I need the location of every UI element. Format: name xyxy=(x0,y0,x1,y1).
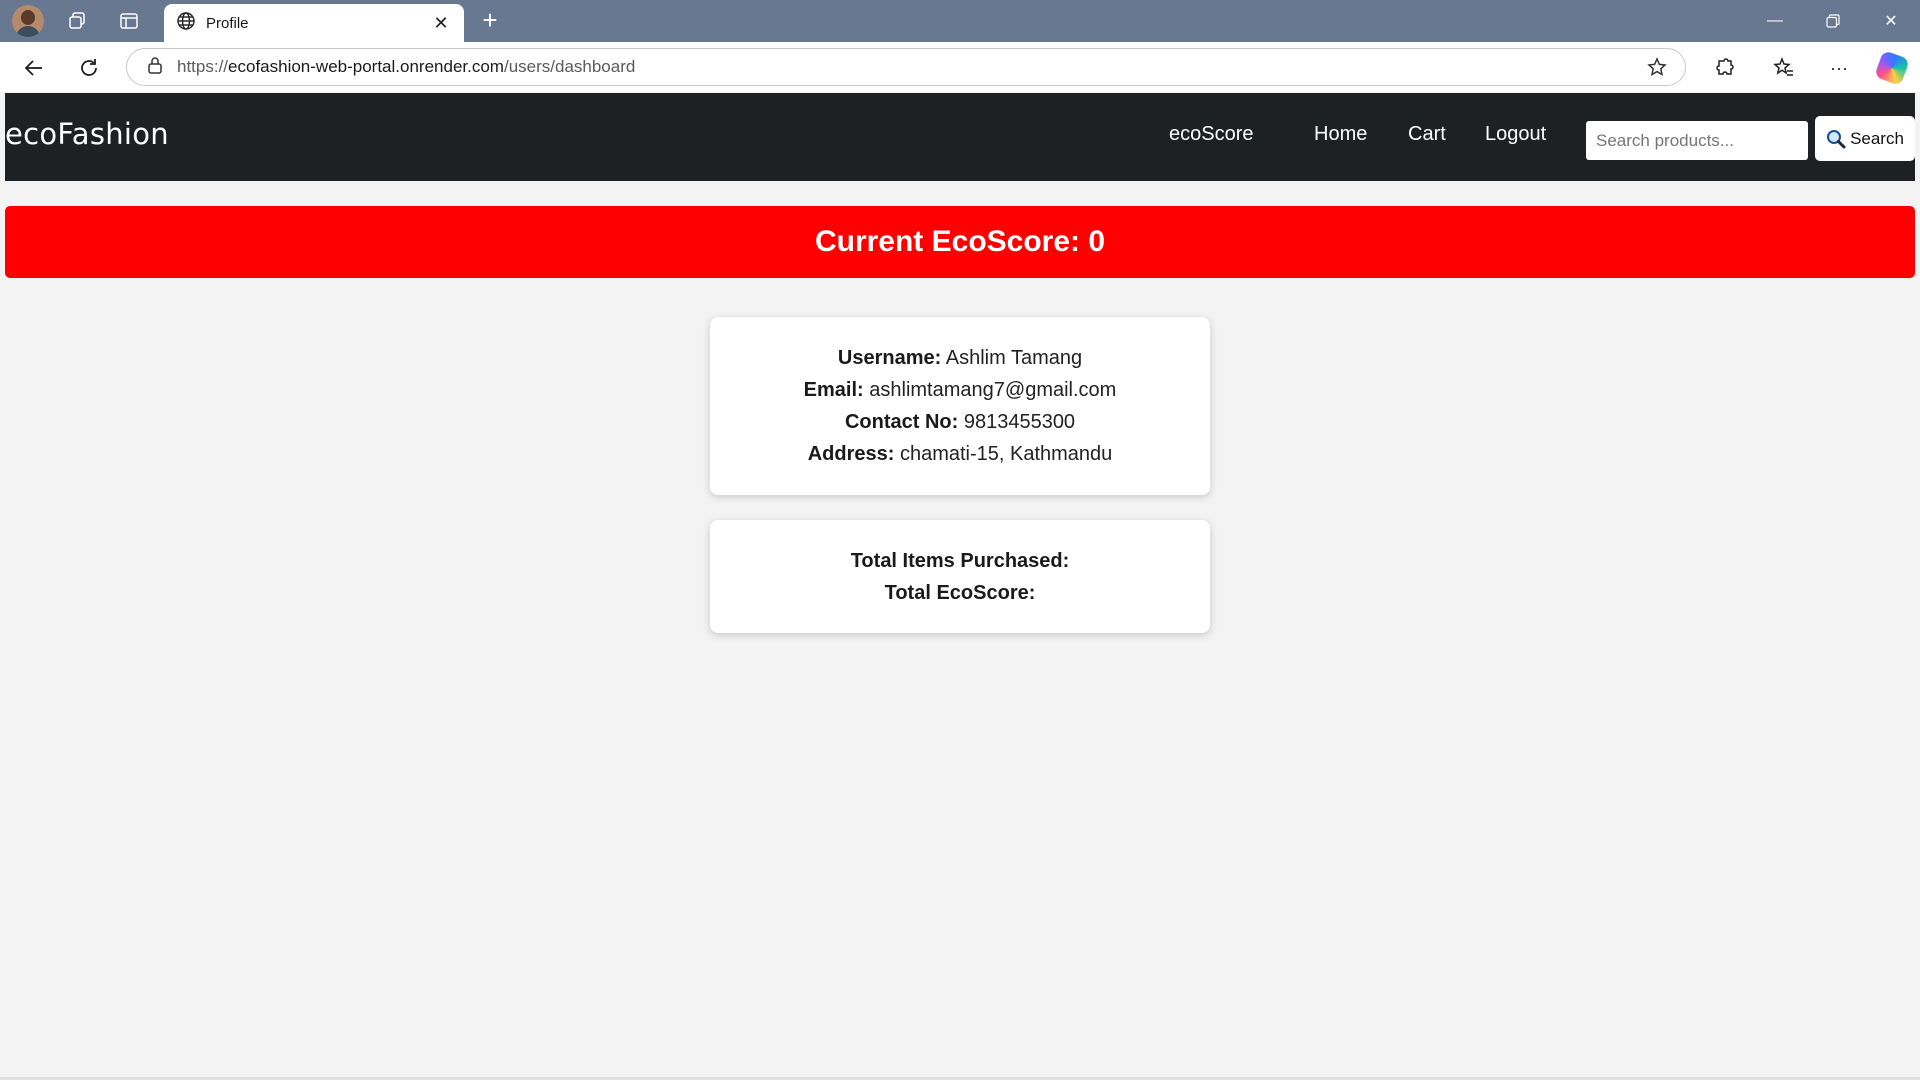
search-icon xyxy=(1827,129,1846,148)
more-options-icon[interactable]: ··· xyxy=(1823,52,1855,84)
tab-actions-icon[interactable] xyxy=(114,7,144,35)
email-value: ashlimtamang7@gmail.com xyxy=(869,379,1117,401)
username-value: Ashlim Tamang xyxy=(945,347,1083,369)
workspaces-icon[interactable] xyxy=(62,7,92,35)
profile-card: Username: Ashlim Tamang Email: ashlimtam… xyxy=(710,317,1210,495)
username-label: Username: xyxy=(837,347,942,369)
site-logo[interactable]: ecoFashion xyxy=(5,117,169,151)
address-bar[interactable]: https://ecofashion-web-portal.onrender.c… xyxy=(126,48,1686,86)
page-viewport: ecoFashion ecoScore Home Cart Logout Sea… xyxy=(5,93,1915,1077)
email-row: Email: ashlimtamang7@gmail.com xyxy=(710,374,1210,406)
search-button[interactable]: Search xyxy=(1815,116,1915,161)
address-value: chamati-15, Kathmandu xyxy=(899,443,1113,465)
address-toolbar: https://ecofashion-web-portal.onrender.c… xyxy=(0,42,1920,92)
url-text[interactable]: https://ecofashion-web-portal.onrender.c… xyxy=(177,57,635,77)
address-label: Address: xyxy=(807,443,895,465)
nav-link-home[interactable]: Home xyxy=(1314,123,1367,146)
search-button-label: Search xyxy=(1850,128,1904,148)
contact-value: 9813455300 xyxy=(963,411,1076,433)
globe-icon xyxy=(176,11,196,36)
address-row: Address: chamati-15, Kathmandu xyxy=(710,438,1210,470)
refresh-icon[interactable] xyxy=(73,52,105,84)
ecoscore-banner-text: Current EcoScore: 0 xyxy=(814,225,1106,258)
stats-card: Total Items Purchased: Total EcoScore: xyxy=(710,520,1210,633)
favorite-star-icon[interactable] xyxy=(1647,57,1667,82)
close-window-icon[interactable]: ✕ xyxy=(1862,0,1920,42)
search-input[interactable] xyxy=(1586,121,1808,160)
total-ecoscore-row: Total EcoScore: xyxy=(710,577,1210,609)
tab-profile[interactable]: Profile ✕ xyxy=(164,4,464,42)
username-row: Username: Ashlim Tamang xyxy=(710,342,1210,374)
lock-icon[interactable] xyxy=(147,56,163,79)
profile-avatar[interactable] xyxy=(12,5,44,37)
back-icon[interactable] xyxy=(18,52,50,84)
site-navbar: ecoFashion ecoScore Home Cart Logout Sea… xyxy=(5,93,1915,181)
copilot-icon[interactable] xyxy=(1874,50,1910,86)
new-tab-icon[interactable]: + xyxy=(474,6,506,36)
minimize-icon[interactable]: — xyxy=(1746,0,1804,42)
total-items-label: Total Items Purchased: xyxy=(850,550,1070,572)
contact-row: Contact No: 9813455300 xyxy=(710,406,1210,438)
extensions-icon[interactable] xyxy=(1708,52,1740,84)
total-ecoscore-label: Total EcoScore: xyxy=(884,582,1036,604)
contact-label: Contact No: xyxy=(844,411,959,433)
ecoscore-banner: Current EcoScore: 0 xyxy=(5,206,1915,278)
nav-link-cart[interactable]: Cart xyxy=(1408,123,1446,146)
total-items-row: Total Items Purchased: xyxy=(710,545,1210,577)
nav-link-logout[interactable]: Logout xyxy=(1485,123,1546,146)
browser-tab-bar: Profile ✕ + — ✕ xyxy=(0,0,1920,42)
favorites-icon[interactable] xyxy=(1768,52,1800,84)
nav-link-ecoscore[interactable]: ecoScore xyxy=(1169,123,1254,146)
tab-title: Profile xyxy=(206,14,249,32)
tab-close-icon[interactable]: ✕ xyxy=(430,13,452,34)
restore-icon[interactable] xyxy=(1804,0,1862,42)
email-label: Email: xyxy=(803,379,864,401)
